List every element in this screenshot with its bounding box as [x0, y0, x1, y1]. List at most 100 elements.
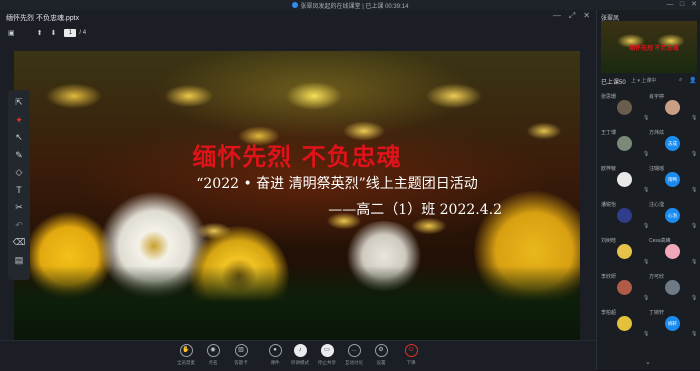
- participant-tile[interactable]: Cesa高峰 🎙: [649, 237, 697, 267]
- participant-tile[interactable]: 刘树晗 🎙: [601, 237, 649, 267]
- participant-name: 欧梓敏: [601, 166, 617, 172]
- attended-count: 已上课50: [601, 80, 626, 86]
- avatar: [617, 244, 632, 259]
- document-file-name: 缅怀先烈 不负忠魂.pptx: [6, 15, 80, 22]
- end-class-label: 下课: [406, 360, 416, 365]
- participant-name: 潘锐怡: [601, 202, 617, 208]
- discussion-button[interactable]: … 互动讨论: [339, 344, 369, 366]
- avatar: [665, 244, 680, 259]
- avatar: [617, 100, 632, 115]
- participant-tile[interactable]: 汪心滢 心泡 🎙: [649, 201, 697, 231]
- microphone-icon[interactable]: 🎙: [691, 115, 697, 121]
- thumbnail-slide-title: 缅怀先烈 不负忠魂: [629, 46, 679, 52]
- app-logo-icon: [291, 2, 298, 8]
- annotation-toolbar: ⇱ ✦ ↖ ✎ ◇ T ✂ ↶ ⌫ ▤: [8, 90, 30, 280]
- next-page-icon[interactable]: ⬇: [51, 29, 57, 37]
- microphone-icon[interactable]: 🎙: [691, 259, 697, 265]
- discussion-label: 互动讨论: [345, 360, 363, 365]
- chevron-down-icon[interactable]: ⌄: [645, 358, 651, 366]
- listen-mode-button[interactable]: ♪ 听讲模式: [285, 344, 315, 366]
- participant-tile[interactable]: 王丁博 🎙: [601, 129, 649, 159]
- pen-icon[interactable]: ✎: [15, 147, 23, 165]
- minimize-doc-icon[interactable]: —: [553, 11, 561, 21]
- roll-call-button[interactable]: ◉ 点名: [198, 344, 228, 366]
- answer-card-button[interactable]: ▥ 答题卡: [226, 344, 256, 366]
- avatar: 心泡: [665, 208, 680, 223]
- arrow-icon[interactable]: ⇱: [15, 94, 23, 112]
- search-icon[interactable]: ⌕: [679, 77, 682, 84]
- avatar: [617, 280, 632, 295]
- avatar: [617, 172, 632, 187]
- page-current-input[interactable]: 1: [64, 29, 77, 37]
- listen-mode-label: 听讲模式: [291, 360, 309, 365]
- close-button[interactable]: ✕: [688, 0, 700, 10]
- participant-tile[interactable]: 肖宇婷 🎙: [649, 93, 697, 123]
- select-icon[interactable]: ↖: [15, 129, 23, 147]
- slide-subtitle: “2022 • 奋进 清明祭英烈”线上主题团日活动: [196, 176, 478, 192]
- undo-icon[interactable]: ↶: [15, 217, 23, 235]
- microphone-icon[interactable]: 🎙: [691, 295, 697, 301]
- foliage-image: [14, 266, 580, 346]
- power-icon: ⏻: [404, 344, 418, 357]
- class-toolbar: ✋ 全员禁麦 ◉ 点名 ▥ 答题卡 ● 课件 ♪ 听讲模式 ▭ 停止共享 … 互…: [0, 340, 596, 371]
- participant-tile[interactable]: 方可欣 🎙: [649, 273, 697, 303]
- window-title-text: 张翠凤发起的在线课堂 | 已上课 00:39:14: [300, 3, 409, 10]
- avatar: 志成: [665, 136, 680, 151]
- eraser-icon[interactable]: ⌫: [13, 234, 26, 252]
- mute-all-label: 全员禁麦: [177, 360, 195, 365]
- participant-tile[interactable]: 汪璐瑶 雨鸭 🎙: [649, 165, 697, 195]
- teacher-video-thumbnail[interactable]: 缅怀先烈 不负忠魂: [601, 21, 697, 73]
- toolbox-icon[interactable]: ▤: [15, 252, 24, 270]
- scissors-icon[interactable]: ✂: [15, 199, 23, 217]
- fullscreen-doc-icon[interactable]: ⤢: [569, 11, 575, 21]
- page-indicator: 1 / 4: [64, 29, 86, 37]
- prev-page-icon[interactable]: ⬆: [37, 29, 43, 37]
- close-doc-icon[interactable]: ✕: [583, 11, 590, 21]
- avatar: [617, 316, 632, 331]
- end-class-button[interactable]: ⏻ 下课: [396, 344, 426, 366]
- participant-tile[interactable]: 丁婉轩 婉轩 🎙: [649, 309, 697, 339]
- microphone-icon[interactable]: 🎙: [691, 223, 697, 229]
- avatar: [617, 208, 632, 223]
- shapes-icon[interactable]: ◇: [16, 164, 23, 182]
- avatar: 雨鸭: [665, 172, 680, 187]
- slide-title: 缅怀先烈 不负忠魂: [192, 142, 402, 171]
- document-tabbar: 缅怀先烈 不负忠魂.pptx — ⤢ ✕: [0, 10, 596, 26]
- gear-icon: ⚙: [374, 344, 388, 357]
- mute-all-button[interactable]: ✋ 全员禁麦: [171, 344, 201, 366]
- maximize-button[interactable]: □: [676, 0, 688, 10]
- stop-share-label: 停止共享: [318, 360, 336, 365]
- settings-button[interactable]: ⚙ 设置: [366, 344, 396, 366]
- participant-tile[interactable]: 潘锐怡 🎙: [601, 201, 649, 231]
- page-total: / 4: [79, 30, 87, 36]
- participant-name: 汪心滢: [649, 202, 665, 208]
- window-title: 张翠凤发起的在线课堂 | 已上课 00:39:14: [0, 0, 700, 10]
- microphone-icon[interactable]: 🎙: [691, 187, 697, 193]
- laser-icon[interactable]: ✦: [15, 112, 23, 130]
- sidebar-toggle-icon[interactable]: ▣: [8, 29, 15, 37]
- participant-tile[interactable]: 欧梓敏 🎙: [601, 165, 649, 195]
- microphone-icon[interactable]: 🎙: [691, 331, 697, 337]
- microphone-icon[interactable]: 🎙: [691, 151, 697, 157]
- avatar: [665, 100, 680, 115]
- speak-dropdown[interactable]: 上 ▾ 上课中: [631, 77, 656, 84]
- location-icon: ◉: [206, 344, 220, 357]
- user-icon[interactable]: 👤: [689, 77, 696, 84]
- participant-tile[interactable]: 李柏超 🎙: [601, 309, 649, 339]
- stop-share-button[interactable]: ▭ 停止共享: [312, 344, 342, 366]
- participant-name: 李柏超: [601, 310, 617, 316]
- participant-name: 方可欣: [649, 274, 665, 280]
- participant-name: 汪璐瑶: [649, 166, 665, 172]
- document-viewer: 缅怀先烈 不负忠魂.pptx — ⤢ ✕ ▣ ⬆ ⬇ 1 / 4 缅怀先烈 不负…: [0, 10, 596, 346]
- minimize-button[interactable]: —: [664, 0, 676, 10]
- screen-icon: ▭: [320, 344, 334, 357]
- chat-icon: …: [347, 344, 361, 357]
- participant-tile[interactable]: 张思珊 🎙: [601, 93, 649, 123]
- text-icon[interactable]: T: [16, 182, 22, 200]
- participant-tile[interactable]: 方炜炫 志成 🎙: [649, 129, 697, 159]
- participant-tile[interactable]: 李欣妍 🎙: [601, 273, 649, 303]
- avatar: [617, 136, 632, 151]
- participant-name: 张思珊: [601, 94, 617, 100]
- slide-byline: ——高二（1）班 2022.4.2: [328, 202, 502, 218]
- participants-panel: 张翠凤 缅怀先烈 不负忠魂 已上课50 上 ▾ 上课中 ⌕ 👤 张思珊 🎙 肖宇婷 🎙…: [596, 10, 700, 370]
